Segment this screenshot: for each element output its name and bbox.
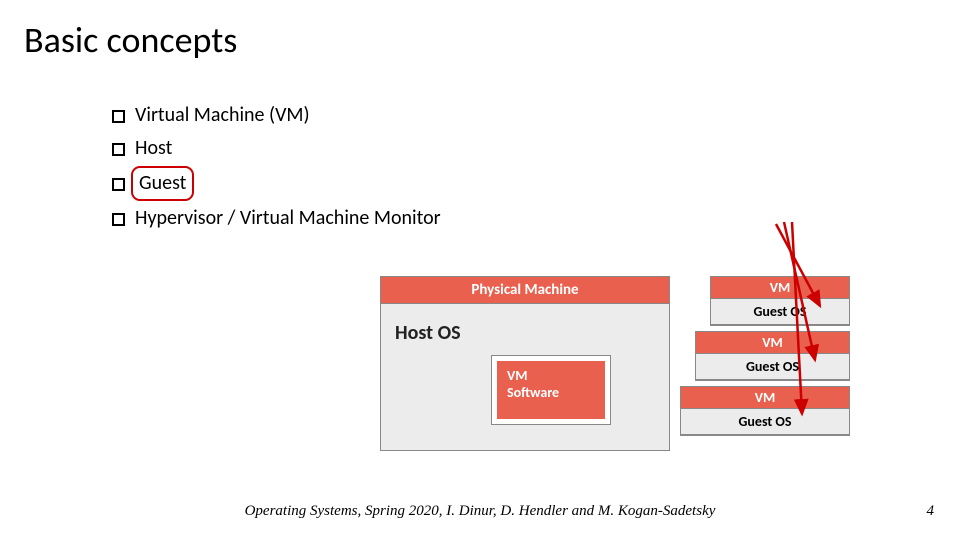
- bullet-text: Guest: [139, 171, 186, 195]
- slide-title: Basic concepts: [24, 18, 237, 62]
- arrows-overlay: [0, 0, 960, 540]
- diagram: Physical Machine Host OS VM Software VM …: [380, 276, 860, 456]
- slide: Basic concepts Virtual Machine (VM) Host…: [0, 0, 960, 540]
- bullet-text: Virtual Machine (VM): [135, 100, 310, 131]
- vm-software-inner: VM Software: [497, 361, 605, 419]
- vm-block-guestos: Guest OS: [696, 354, 849, 380]
- square-bullet-icon: [112, 143, 125, 156]
- vm-block-header: VM: [696, 332, 849, 354]
- bullet-text: Hypervisor / Virtual Machine Monitor: [135, 203, 441, 234]
- host-os-label: Host OS: [395, 321, 461, 345]
- square-bullet-icon: [112, 213, 125, 226]
- footer-credit: Operating Systems, Spring 2020, I. Dinur…: [0, 503, 960, 520]
- highlight-box: Guest: [131, 166, 194, 201]
- bullet-list: Virtual Machine (VM) Host Guest Hypervis…: [112, 100, 441, 236]
- vm-block-header: VM: [681, 387, 849, 409]
- vm-block-header: VM: [711, 277, 849, 299]
- physical-machine-box: Physical Machine Host OS VM Software: [380, 276, 670, 451]
- physical-machine-header: Physical Machine: [381, 277, 669, 304]
- list-item: Virtual Machine (VM): [112, 100, 441, 131]
- vm-stack: VM Guest OS VM Guest OS VM Guest OS: [680, 276, 850, 435]
- vm-block-guestos: Guest OS: [711, 299, 849, 325]
- page-number: 4: [927, 503, 935, 520]
- vm-block-guestos: Guest OS: [681, 409, 849, 435]
- vm-software-line2: Software: [507, 384, 559, 401]
- vm-block: VM Guest OS: [710, 276, 850, 326]
- square-bullet-icon: [112, 110, 125, 123]
- vm-block: VM Guest OS: [680, 386, 850, 436]
- square-bullet-icon: [112, 178, 125, 191]
- list-item: Host: [112, 133, 441, 164]
- vm-software-box: VM Software: [491, 355, 611, 425]
- list-item: Hypervisor / Virtual Machine Monitor: [112, 203, 441, 234]
- list-item: Guest: [112, 166, 441, 201]
- vm-block: VM Guest OS: [695, 331, 850, 381]
- bullet-text: Host: [135, 133, 172, 164]
- vm-software-line1: VM: [507, 367, 528, 384]
